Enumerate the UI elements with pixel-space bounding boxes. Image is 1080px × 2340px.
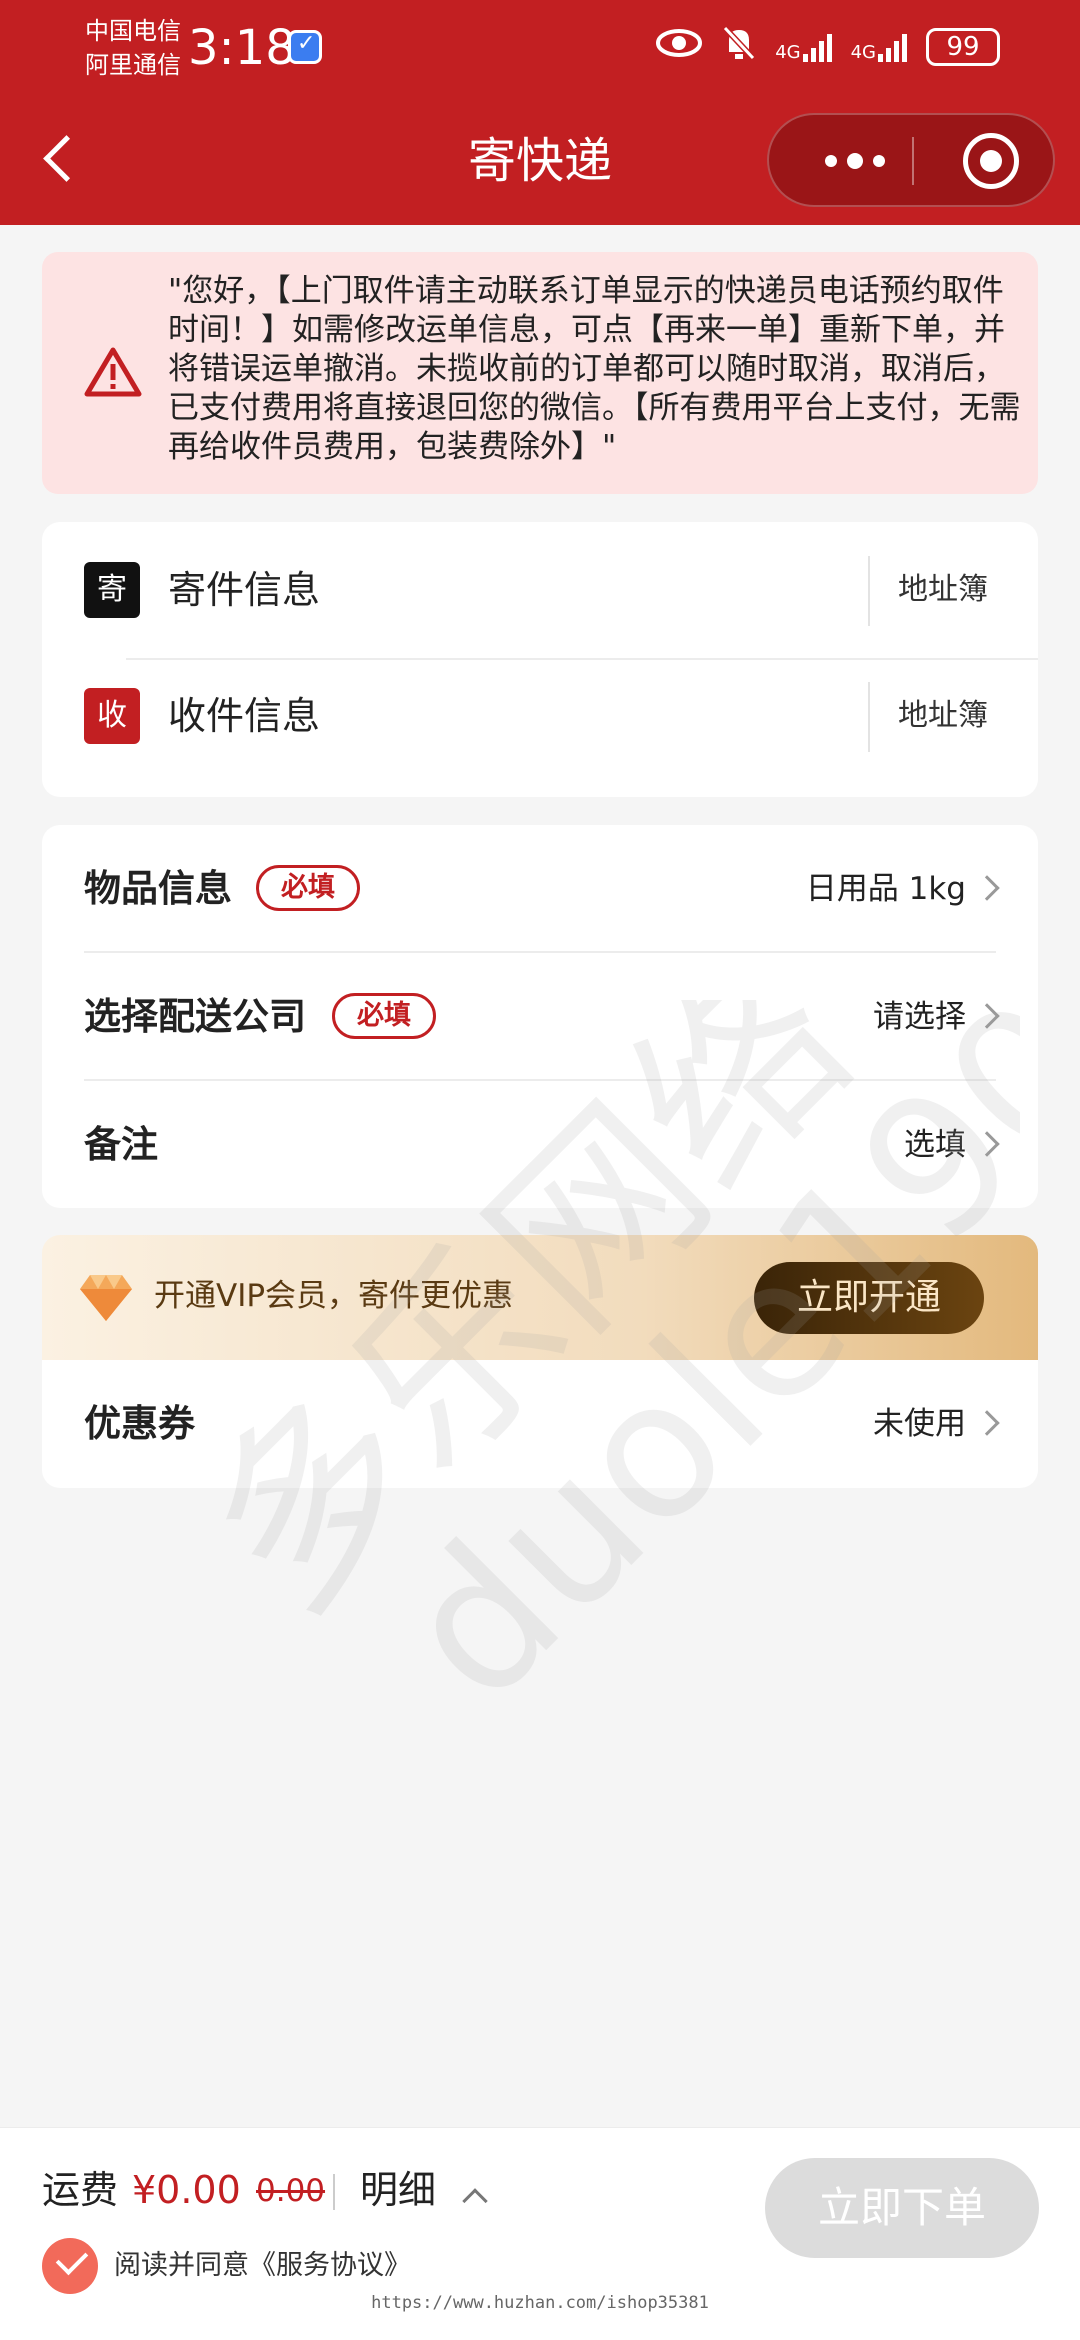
signal-2-icon: 4G: [851, 32, 908, 62]
mini-program-capsule: [767, 113, 1055, 207]
agree-checkbox[interactable]: [42, 2238, 98, 2294]
carrier-info: 中国电信 阿里通信: [85, 14, 181, 82]
remark-row[interactable]: 备注 选填: [42, 1081, 1038, 1209]
carrier-1: 中国电信: [85, 17, 181, 45]
sender-divider: [868, 556, 870, 626]
chevron-up-icon[interactable]: [462, 2188, 488, 2214]
security-shield-icon: [288, 30, 322, 64]
receiver-badge: 收: [84, 688, 140, 744]
address-card: 寄 寄件信息 地址簿 收 收件信息 地址簿: [42, 522, 1038, 797]
fee-detail-button[interactable]: 明细: [360, 2160, 436, 2220]
carrier-2: 阿里通信: [85, 51, 181, 79]
fee-divider: [333, 2174, 335, 2210]
coupon-value: 未使用: [873, 1406, 966, 1442]
fee-label: 运费: [42, 2168, 119, 2212]
signal-2-label: 4G: [850, 41, 876, 63]
status-time: 3:18: [188, 20, 296, 76]
chevron-right-icon: [974, 1410, 1000, 1436]
submit-order-button[interactable]: 立即下单: [765, 2158, 1039, 2258]
capsule-divider: [912, 137, 914, 185]
receiver-label: 收件信息: [168, 694, 321, 738]
agreement-prefix: 阅读并同意: [114, 2250, 249, 2281]
agreement-text: 阅读并同意《服务协议》: [114, 2242, 411, 2290]
eye-icon: [655, 27, 703, 66]
footer-url: https://www.huzhan.com/ishop35381: [371, 2293, 709, 2313]
item-required-tag: 必填: [256, 865, 360, 911]
more-options-icon[interactable]: [797, 115, 907, 205]
service-agreement-link[interactable]: 《服务协议》: [249, 2250, 411, 2281]
coupon-card[interactable]: 优惠券 未使用: [42, 1360, 1038, 1488]
signal-1-label: 4G: [775, 41, 801, 63]
notice-text: "您好，【上门取件请主动联系订单显示的快递员电话预约取件时间！】如需修改运单信息…: [168, 273, 1021, 465]
remark-label: 备注: [84, 1123, 158, 1166]
vip-banner: 开通VIP会员，寄件更优惠 立即开通: [42, 1235, 1038, 1360]
warning-icon: [84, 346, 142, 398]
courier-label: 选择配送公司: [84, 995, 306, 1038]
item-info-label: 物品信息: [84, 867, 232, 910]
app-header: 中国电信 阿里通信 3:18 4G 4G 99 寄快递: [0, 0, 1080, 225]
fee-value: ¥0.00: [132, 2168, 241, 2212]
item-info-row[interactable]: 物品信息 必填 日用品 1kg: [42, 825, 1038, 953]
signal-1-icon: 4G: [775, 32, 832, 62]
goods-card: 物品信息 必填 日用品 1kg 选择配送公司 必填 请选择 备注 选填: [42, 825, 1038, 1208]
remark-value: 选填: [904, 1127, 966, 1163]
sender-row[interactable]: 寄 寄件信息 地址簿: [42, 522, 1038, 648]
coupon-label: 优惠券: [84, 1402, 195, 1445]
fee-original-price: 0.00: [256, 2173, 326, 2209]
sender-label: 寄件信息: [168, 568, 321, 612]
vip-activate-button[interactable]: 立即开通: [754, 1262, 984, 1334]
notice-banner: "您好，【上门取件请主动联系订单显示的快递员电话预约取件时间！】如需修改运单信息…: [42, 252, 1038, 494]
bell-muted-icon: [721, 24, 757, 69]
receiver-divider: [868, 682, 870, 752]
courier-required-tag: 必填: [332, 993, 436, 1039]
sender-badge: 寄: [84, 562, 140, 618]
chevron-right-icon: [974, 875, 1000, 901]
courier-value: 请选择: [873, 999, 966, 1035]
vip-text: 开通VIP会员，寄件更优惠: [154, 1278, 514, 1314]
courier-row[interactable]: 选择配送公司 必填 请选择: [42, 953, 1038, 1081]
close-program-icon[interactable]: [963, 133, 1019, 189]
status-bar: 中国电信 阿里通信 3:18 4G 4G 99: [0, 0, 1080, 100]
battery-icon: 99: [926, 27, 1000, 66]
sender-address-book-button[interactable]: 地址簿: [898, 566, 988, 614]
chevron-right-icon: [974, 1003, 1000, 1029]
chevron-right-icon: [974, 1131, 1000, 1157]
diamond-icon: [78, 1271, 134, 1323]
item-info-value: 日用品 1kg: [805, 871, 966, 907]
receiver-address-book-button[interactable]: 地址簿: [898, 692, 988, 740]
receiver-row[interactable]: 收 收件信息 地址簿: [42, 648, 1038, 774]
status-icons: 4G 4G 99: [655, 24, 1000, 69]
